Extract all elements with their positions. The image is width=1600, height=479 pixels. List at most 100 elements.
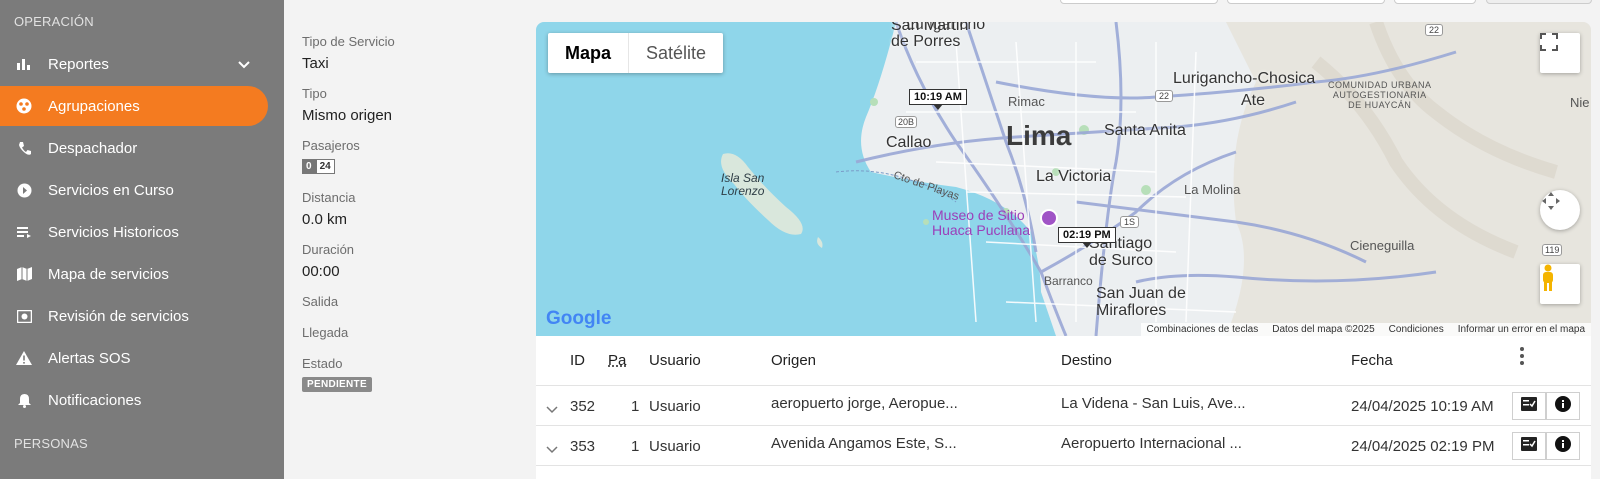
more-vert-icon[interactable] (1519, 346, 1525, 371)
cell-id: 352 (570, 398, 596, 415)
map-label-san-juan-de-miraflores: San Juan de Miraflores (1096, 285, 1186, 319)
passenger-count: 0 (302, 159, 316, 174)
detail-duracion: Duración 00:00 (302, 242, 354, 280)
detail-label: Distancia (302, 190, 356, 205)
sidebar-item-agrupaciones[interactable]: Agrupaciones (0, 86, 268, 126)
detail-tipo-servicio: Tipo de Servicio Taxi (302, 34, 395, 72)
map-label-museo-huaca-pucllana: Museo de Sitio Huaca Pucllana (932, 207, 1031, 238)
keyboard-shortcuts-link[interactable]: Combinaciones de teclas (1147, 324, 1259, 335)
street-view-button[interactable] (1540, 264, 1580, 304)
map-label-santa-anita: Santa Anita (1104, 122, 1186, 139)
info-icon (1555, 435, 1571, 457)
column-header-usuario[interactable]: Usuario (649, 352, 701, 369)
map-label-san-martin: San Martin de Porres (891, 22, 969, 50)
map-label-lima: Lima (1006, 120, 1072, 151)
top-toolbar-button[interactable] (1394, 0, 1476, 4)
section-title-operacion: OPERACIÓN (14, 14, 94, 29)
route-shield-22: 22 (1155, 90, 1174, 102)
detail-label: Pasajeros (302, 138, 360, 153)
sidebar-item-label: Servicios Historicos (48, 223, 179, 241)
detail-label: Estado (302, 356, 343, 371)
cell-pa: 1 (631, 438, 640, 455)
sidebar-item-mapa-de-servicios[interactable]: Mapa de servicios (0, 254, 268, 294)
cell-usuario: Usuario (649, 438, 701, 455)
sidebar-item-label: Servicios en Curso (48, 181, 174, 199)
sidebar-item-servicios-historicos[interactable]: Servicios Historicos (0, 212, 268, 252)
passenger-capacity: 24 (315, 159, 335, 174)
cell-destino: La Videna - San Luis, Ave... (1061, 395, 1246, 412)
detail-llegada: Llegada (302, 325, 348, 340)
detail-salida: Salida (302, 294, 338, 309)
route-shield-1s: 1S (1120, 216, 1140, 228)
report-error-link[interactable]: Informar un error en el mapa (1458, 324, 1585, 335)
detail-distancia: Distancia 0.0 km (302, 190, 355, 228)
detail-value: 0.0 km (302, 211, 348, 228)
sidebar-item-revision-de-servicios[interactable]: Revisión de servicios (0, 296, 268, 336)
chevron-down-icon[interactable] (238, 56, 250, 73)
warning-icon (16, 350, 32, 366)
map-data-credit: Datos del mapa ©2025 (1272, 324, 1375, 335)
sidebar-item-despachador[interactable]: Despachador (0, 128, 268, 168)
cell-fecha: 24/04/2025 10:19 AM (1351, 398, 1494, 415)
sidebar-item-alertas-sos[interactable]: Alertas SOS (0, 338, 268, 378)
sidebar-item-label: Mapa de servicios (48, 265, 169, 283)
map-label-barranco: Barranco (1044, 274, 1093, 288)
fullscreen-button[interactable] (1540, 33, 1580, 73)
map-label-comunidad-huaycan: COMUNIDAD URBANA AUTOGESTIONARIA DE HUAY… (1328, 80, 1432, 110)
status-badge: PENDIENTE (302, 377, 372, 392)
checklist-button[interactable] (1512, 392, 1546, 420)
sidebar-item-label: Revisión de servicios (48, 307, 189, 325)
detail-value: 00:00 (302, 263, 340, 280)
map-label-nie: Nie (1570, 95, 1590, 110)
dropoff-time-marker[interactable]: 02:19 PM (1058, 227, 1116, 248)
route-shield-22: 22 (1425, 24, 1444, 36)
bar-chart-icon (16, 56, 32, 72)
checklist-icon (1521, 396, 1537, 416)
sidebar-item-reportes[interactable]: Reportes (0, 44, 268, 84)
top-toolbar-button[interactable] (1227, 0, 1385, 4)
column-header-destino[interactable]: Destino (1061, 352, 1112, 369)
sidebar-item-servicios-en-curso[interactable]: Servicios en Curso (0, 170, 268, 210)
sidebar-item-notificaciones[interactable]: Notificaciones (0, 380, 268, 420)
map-label-rimac: Rimac (1008, 94, 1045, 109)
column-header-id[interactable]: ID (570, 352, 585, 369)
column-header-fecha[interactable]: Fecha (1351, 352, 1393, 369)
table-row[interactable]: 352 1 Usuario aeropuerto jorge, Aeropue.… (536, 386, 1591, 426)
detail-value: Taxi (302, 55, 329, 72)
checklist-icon (1521, 436, 1537, 456)
map-label-ate: Ate (1241, 92, 1266, 109)
map-attribution: Combinaciones de teclas Datos del mapa ©… (1140, 323, 1591, 336)
pickup-time-marker[interactable]: 10:19 AM (909, 89, 967, 110)
detail-label: Duración (302, 242, 355, 257)
terms-link[interactable]: Condiciones (1389, 324, 1444, 335)
sidebar-item-label: Notificaciones (48, 391, 142, 409)
map-icon (16, 266, 32, 282)
info-button[interactable] (1546, 432, 1580, 460)
checklist-button[interactable] (1512, 432, 1546, 460)
map-type-control: Mapa Satélite (548, 33, 724, 73)
phone-dispatch-icon (16, 140, 32, 156)
detail-tipo: Tipo Mismo origen (302, 86, 392, 124)
table-row[interactable]: 353 1 Usuario Avenida Angamos Este, S...… (536, 426, 1591, 466)
detail-label: Llegada (302, 325, 349, 340)
section-title-personas: PERSONAS (14, 436, 88, 451)
map-type-satellite-button[interactable]: Satélite (628, 33, 723, 73)
column-header-origen[interactable]: Origen (771, 352, 816, 369)
detail-label: Tipo de Servicio (302, 34, 395, 49)
map-label-lurigancho-chosica: Lurigancho-Chosica (1173, 70, 1316, 87)
top-toolbar-button[interactable] (1060, 0, 1218, 4)
map-type-map-button[interactable]: Mapa (548, 33, 628, 73)
expand-row-icon[interactable] (546, 401, 558, 419)
sidebar: OPERACIÓN Reportes Agrupaciones Despacha… (0, 0, 284, 479)
info-button[interactable] (1546, 392, 1580, 420)
column-header-pa[interactable]: Pa (608, 352, 626, 369)
museum-icon (1040, 209, 1058, 227)
top-toolbar-button[interactable] (1486, 0, 1592, 4)
passenger-count-badge: 0 24 (302, 159, 360, 174)
expand-row-icon[interactable] (546, 441, 558, 459)
history-list-icon (16, 224, 32, 240)
map-label-la-victoria: La Victoria (1036, 168, 1112, 185)
service-map[interactable]: Lurigancho San Martin de Porres Rimac Li… (536, 22, 1591, 336)
group-icon (16, 98, 32, 114)
camera-control-button[interactable] (1540, 190, 1580, 230)
